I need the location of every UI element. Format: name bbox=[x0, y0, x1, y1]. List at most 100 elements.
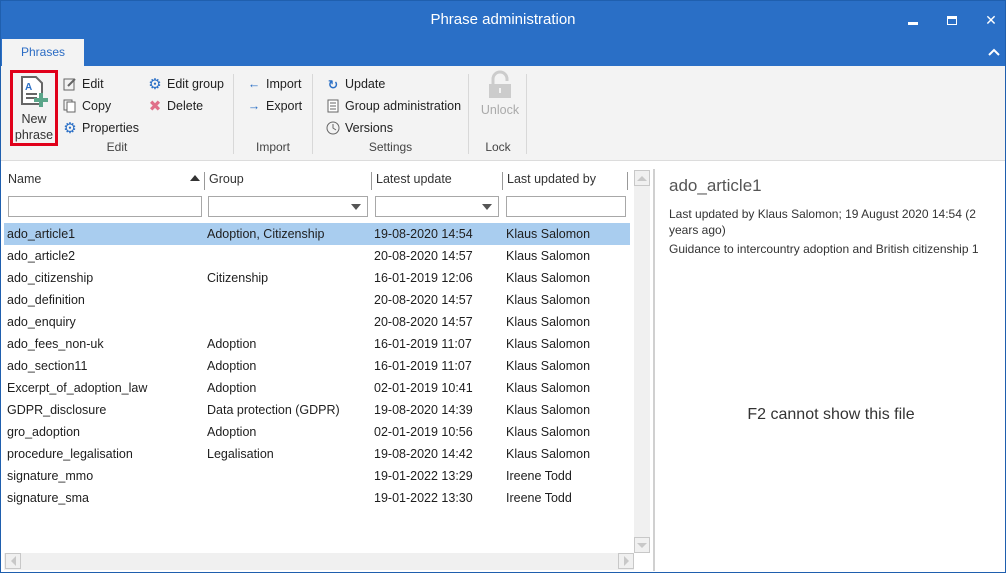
arrow-down-icon bbox=[637, 542, 647, 548]
import-group: Import bbox=[234, 72, 312, 158]
cell-last-updated-by: Klaus Salomon bbox=[506, 249, 591, 263]
cell-latest-update: 02-01-2019 10:41 bbox=[374, 381, 473, 395]
table-row[interactable]: ado_article1 Adoption, Citizenship 19-08-2… bbox=[4, 223, 630, 245]
close-icon: ✕ bbox=[985, 12, 997, 28]
cell-name: ado_section11 bbox=[7, 359, 88, 373]
horizontal-scrollbar[interactable] bbox=[4, 553, 634, 570]
detail-pane: ado_article1 Last updated by Klaus Salom… bbox=[657, 162, 1005, 572]
cell-name: ado_article2 bbox=[7, 249, 76, 263]
cell-latest-update: 16-01-2019 11:07 bbox=[374, 359, 472, 373]
arrow-up-icon bbox=[637, 175, 647, 181]
column-group-label: Group bbox=[209, 172, 244, 186]
column-header-name[interactable]: Name bbox=[4, 172, 204, 190]
preview-message: F2 cannot show this file bbox=[747, 406, 915, 423]
cell-latest-update: 19-08-2020 14:39 bbox=[374, 403, 473, 417]
cell-group: Citizenship bbox=[207, 271, 269, 285]
detail-meta: Last updated by Klaus Salomon; 19 August… bbox=[669, 207, 976, 237]
tab-phrases[interactable]: Phrases bbox=[2, 39, 84, 66]
cell-latest-update: 20-08-2020 14:57 bbox=[374, 293, 473, 307]
cell-latest-update: 19-08-2020 14:54 bbox=[374, 227, 473, 241]
pane-splitter[interactable] bbox=[653, 169, 655, 571]
ribbon: A New phrase Edit Copy ⚙ Properties ⚙ Ed… bbox=[1, 66, 1005, 161]
close-button[interactable]: ✕ bbox=[981, 10, 1001, 30]
cell-name: ado_fees_non-uk bbox=[7, 337, 104, 351]
table-body: ado_article1 Adoption, Citizenship 19-08-2… bbox=[4, 223, 630, 509]
ribbon-tab-bar: Phrases bbox=[1, 39, 1005, 66]
cell-name: ado_enquiry bbox=[7, 315, 76, 329]
column-header-group[interactable]: Group bbox=[204, 172, 371, 190]
cell-last-updated-by: Ireene Todd bbox=[506, 469, 572, 483]
maximize-button[interactable] bbox=[942, 10, 962, 30]
cell-group: Adoption bbox=[207, 337, 257, 351]
cell-latest-update: 19-01-2022 13:29 bbox=[374, 469, 473, 483]
collapse-ribbon-button[interactable] bbox=[987, 44, 1001, 60]
edit-group: Edit bbox=[1, 72, 233, 158]
cell-last-updated-by: Klaus Salomon bbox=[506, 425, 591, 439]
detail-title: ado_article1 bbox=[669, 176, 762, 195]
column-latest-update-label: Latest update bbox=[376, 172, 452, 186]
ribbon-separator bbox=[526, 74, 527, 154]
chevron-up-icon bbox=[988, 48, 1000, 56]
table-row[interactable]: gro_adoption Adoption 02-01-2019 10:56 Klau… bbox=[4, 421, 630, 443]
chevron-down-icon bbox=[482, 204, 492, 210]
cell-latest-update: 19-08-2020 14:42 bbox=[374, 447, 473, 461]
phrase-admin-window: Phrase administration ✕ Phrases A New ph… bbox=[0, 0, 1006, 573]
scroll-right-button[interactable] bbox=[618, 553, 634, 569]
cell-name: Excerpt_of_adoption_law bbox=[7, 381, 148, 395]
filter-latest-update-dropdown[interactable] bbox=[375, 196, 499, 217]
column-header-latest-update[interactable]: Latest update bbox=[371, 172, 502, 190]
column-last-updated-by-label: Last updated by bbox=[507, 172, 596, 186]
cell-name: ado_article1 bbox=[7, 227, 76, 241]
table-row[interactable]: ado_article2 20-08-2020 14:57 Klaus Salomo… bbox=[4, 245, 630, 267]
table-row[interactable]: signature_sma 19-01-2022 13:30 Ireene Todd bbox=[4, 487, 630, 509]
cell-group: Data protection (GDPR) bbox=[207, 403, 340, 417]
vertical-scrollbar[interactable] bbox=[634, 170, 650, 553]
table-row[interactable]: ado_fees_non-uk Adoption 16-01-2019 11:07 K… bbox=[4, 333, 630, 355]
import-group-label-text: Import bbox=[255, 140, 290, 154]
column-name-label: Name bbox=[8, 172, 42, 186]
settings-group: Settings bbox=[313, 72, 468, 158]
lock-group-label-text: Lock bbox=[485, 140, 511, 154]
lock-group: Lock bbox=[469, 72, 527, 158]
table-row[interactable]: ado_definition 20-08-2020 14:57 Klaus Salo… bbox=[4, 289, 630, 311]
cell-last-updated-by: Klaus Salomon bbox=[506, 403, 591, 417]
table-row[interactable]: Excerpt_of_adoption_law Adoption 02-01-201… bbox=[4, 377, 630, 399]
minimize-button[interactable] bbox=[903, 10, 923, 30]
window-title: Phrase administration bbox=[430, 11, 576, 28]
maximize-icon bbox=[947, 15, 957, 25]
chevron-down-icon bbox=[351, 204, 361, 210]
table-row[interactable]: GDPR_disclosure Data protection (GDPR) 19-… bbox=[4, 399, 630, 421]
arrow-left-icon bbox=[10, 556, 16, 566]
scroll-up-button[interactable] bbox=[634, 170, 650, 186]
cell-last-updated-by: Klaus Salomon bbox=[506, 293, 591, 307]
scroll-left-button[interactable] bbox=[5, 553, 21, 569]
cell-name: signature_mmo bbox=[7, 469, 94, 483]
phrase-grid: Name Group Latest update Last updated by… bbox=[2, 162, 650, 572]
filter-group-dropdown[interactable] bbox=[208, 196, 368, 217]
cell-last-updated-by: Klaus Salomon bbox=[506, 227, 591, 241]
column-header-last-updated-by[interactable]: Last updated by bbox=[502, 172, 628, 190]
cell-group: Adoption bbox=[207, 425, 257, 439]
cell-latest-update: 02-01-2019 10:56 bbox=[374, 425, 473, 439]
arrow-right-icon bbox=[623, 556, 629, 566]
cell-name: ado_citizenship bbox=[7, 271, 94, 285]
filter-last-updated-by-input[interactable] bbox=[506, 196, 626, 217]
cell-name: signature_sma bbox=[7, 491, 89, 505]
cell-last-updated-by: Klaus Salomon bbox=[506, 359, 591, 373]
minimize-icon bbox=[908, 21, 918, 25]
table-row[interactable]: ado_enquiry 20-08-2020 14:57 Klaus Salomon bbox=[4, 311, 630, 333]
cell-last-updated-by: Klaus Salomon bbox=[506, 447, 591, 461]
cell-last-updated-by: Klaus Salomon bbox=[506, 271, 591, 285]
detail-description: Guidance to intercountry adoption and Br… bbox=[669, 242, 979, 256]
cell-name: GDPR_disclosure bbox=[7, 403, 107, 417]
cell-group: Adoption bbox=[207, 381, 257, 395]
table-row[interactable]: ado_citizenship Citizenship 16-01-2019 12:… bbox=[4, 267, 630, 289]
scroll-down-button[interactable] bbox=[634, 537, 650, 553]
table-row[interactable]: signature_mmo 19-01-2022 13:29 Ireene Todd bbox=[4, 465, 630, 487]
cell-last-updated-by: Ireene Todd bbox=[506, 491, 572, 505]
cell-name: procedure_legalisation bbox=[7, 447, 133, 461]
cell-last-updated-by: Klaus Salomon bbox=[506, 315, 591, 329]
table-row[interactable]: procedure_legalisation Legalisation 19-08-… bbox=[4, 443, 630, 465]
filter-name-input[interactable] bbox=[8, 196, 202, 217]
table-row[interactable]: ado_section11 Adoption 16-01-2019 11:07 Kla… bbox=[4, 355, 630, 377]
